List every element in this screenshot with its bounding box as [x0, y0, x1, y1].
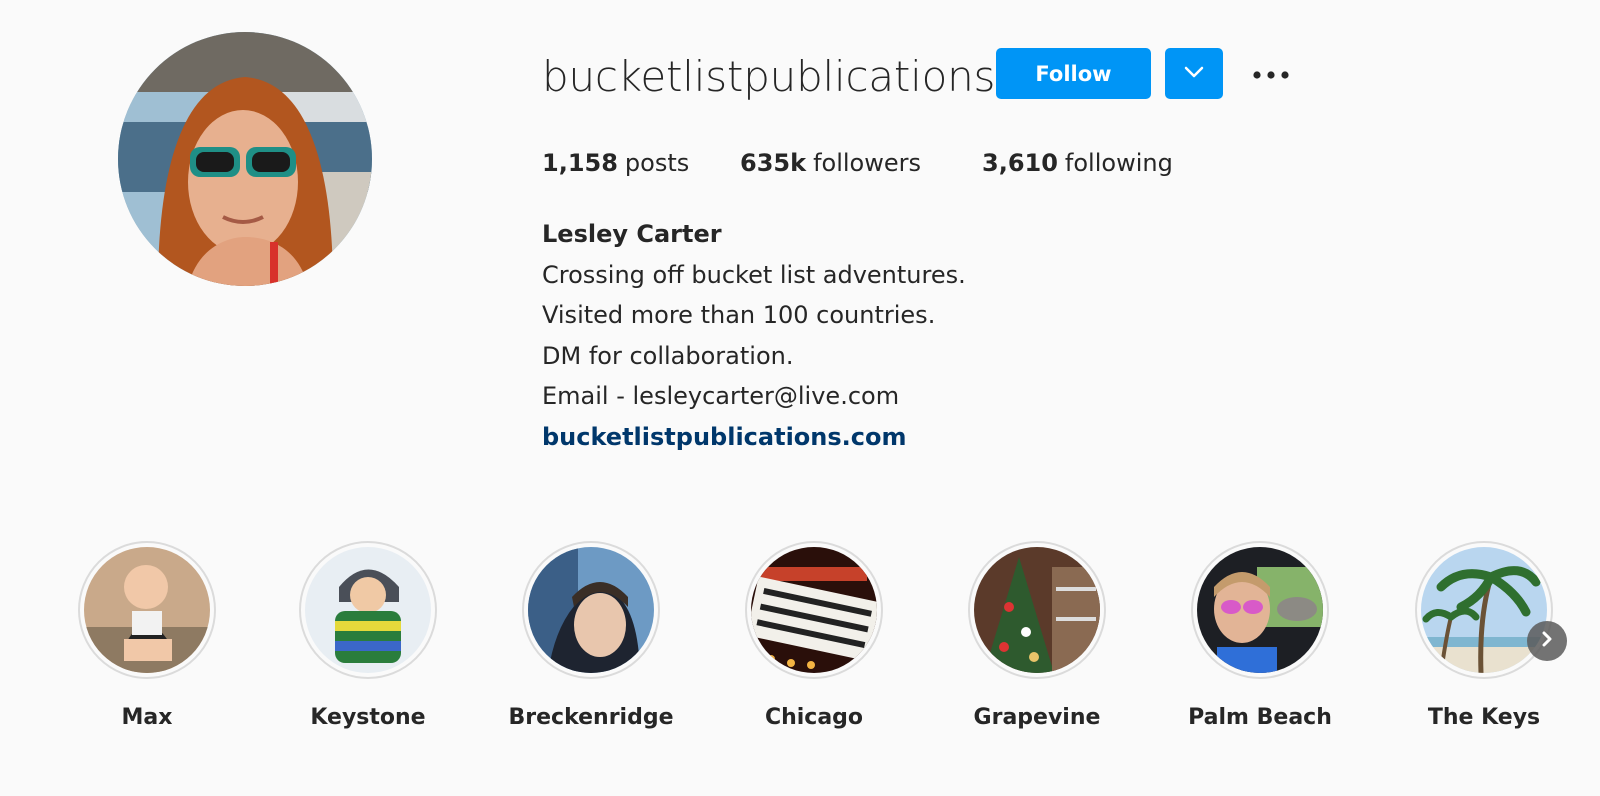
suggested-accounts-button[interactable] [1165, 48, 1223, 99]
highlights-next-button[interactable] [1527, 621, 1567, 661]
highlight-label: The Keys [1427, 705, 1541, 730]
profile-photo-image [118, 32, 372, 286]
highlight-palm-beach[interactable]: Palm Beach [1180, 541, 1340, 733]
following-label: following [1064, 149, 1173, 177]
highlight-ring [745, 541, 883, 679]
chevron-down-icon [1184, 66, 1204, 81]
posts-count: 1,158 posts [542, 146, 740, 180]
followers-label: followers [813, 149, 921, 177]
website-link[interactable]: bucketlistpublications.com [542, 417, 966, 458]
highlight-ring [78, 541, 216, 679]
following-link[interactable]: 3,610 following [982, 146, 1173, 180]
profile-bio: Lesley Carter Crossing off bucket list a… [542, 214, 966, 457]
highlight-ring [299, 541, 437, 679]
highlight-cover [305, 547, 431, 673]
highlight-max[interactable]: Max [67, 541, 227, 733]
highlight-ring [968, 541, 1106, 679]
highlight-cover [84, 547, 210, 673]
highlight-ring [522, 541, 660, 679]
following-number: 3,610 [982, 149, 1058, 177]
highlight-cover [974, 547, 1100, 673]
profile-stats: 1,158 posts 635k followers 3,610 followi… [542, 146, 1173, 180]
highlight-label: Breckenridge [508, 705, 674, 730]
highlight-grapevine[interactable]: Grapevine [957, 541, 1117, 733]
bio-line: Email - lesleycarter@live.com [542, 382, 900, 410]
posts-number: 1,158 [542, 149, 618, 177]
bio-line: Crossing off bucket list adventures. [542, 260, 966, 289]
highlight-cover [1421, 547, 1547, 673]
profile-avatar[interactable] [118, 32, 372, 286]
posts-label: posts [624, 149, 690, 177]
profile-username: bucketlistpublications [542, 52, 996, 101]
highlight-cover [528, 547, 654, 673]
ellipsis-icon [1253, 64, 1289, 83]
highlight-label: Max [121, 705, 173, 730]
highlight-cover [1197, 547, 1323, 673]
follow-button[interactable]: Follow [996, 48, 1151, 99]
profile-full-name: Lesley Carter [542, 220, 722, 248]
highlight-chicago[interactable]: Chicago [734, 541, 894, 733]
highlight-keystone[interactable]: Keystone [288, 541, 448, 733]
more-options-button[interactable] [1250, 56, 1292, 90]
chevron-right-icon [1541, 630, 1553, 652]
highlight-breckenridge[interactable]: Breckenridge [508, 541, 674, 733]
highlight-label: Chicago [764, 705, 864, 730]
highlight-cover [751, 547, 877, 673]
bio-line: Visited more than 100 countries. [542, 301, 936, 329]
highlight-ring [1415, 541, 1553, 679]
highlight-label: Keystone [310, 705, 426, 730]
followers-number: 635k [740, 149, 807, 177]
followers-link[interactable]: 635k followers [740, 146, 982, 180]
highlight-ring [1191, 541, 1329, 679]
bio-line: DM for collaboration. [542, 341, 794, 370]
highlight-label: Palm Beach [1188, 705, 1332, 730]
highlight-label: Grapevine [973, 705, 1101, 730]
profile-page: bucketlistpublications Follow 1,158 post… [0, 0, 1600, 796]
